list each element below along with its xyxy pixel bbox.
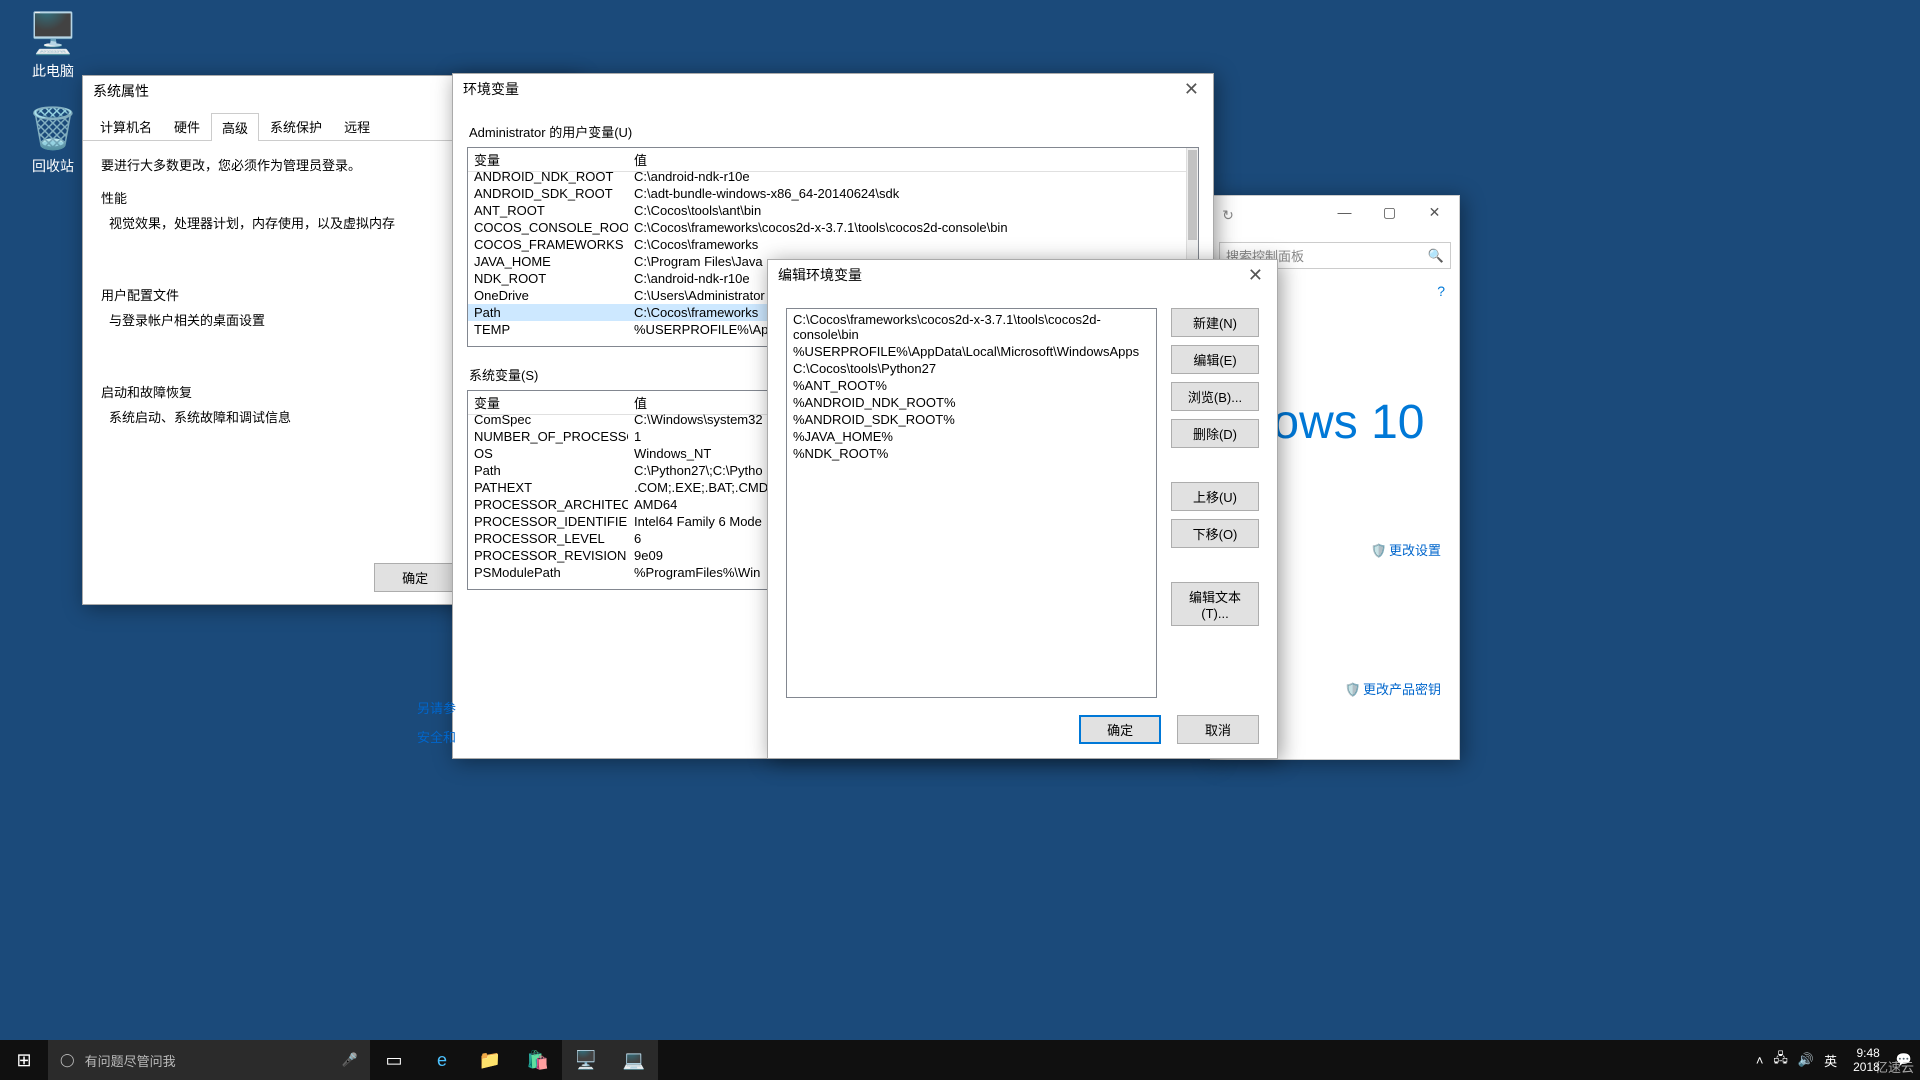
control-panel-icon[interactable]: 🖥️	[562, 1040, 610, 1080]
browse-button[interactable]: 浏览(B)...	[1171, 382, 1259, 411]
taskbar: ⊞ ◯ 有问题尽管问我 🎤 ▭ e 📁 🛍️ 🖥️ 💻 ˄ 🖧 🔊 英 9:48…	[0, 1040, 1920, 1080]
user-vars-label: Administrator 的用户变量(U)	[469, 122, 1197, 141]
tab-advanced[interactable]: 高级	[211, 113, 259, 141]
titlebar[interactable]: 环境变量 ✕	[453, 74, 1213, 104]
desktop-icon-this-pc[interactable]: 🖥️ 此电脑	[8, 10, 98, 81]
refresh-icon[interactable]: ↻	[1217, 204, 1239, 226]
shield-icon: 🛡️	[1371, 543, 1387, 558]
minimize-button[interactable]: —	[1322, 198, 1367, 226]
path-entry[interactable]: %JAVA_HOME%	[787, 428, 1156, 445]
tab-hardware[interactable]: 硬件	[163, 112, 211, 140]
edge-icon[interactable]: e	[418, 1040, 466, 1080]
mic-icon: 🎤	[342, 1052, 358, 1068]
search-icon: 🔍	[1428, 248, 1444, 264]
move-up-button[interactable]: 上移(U)	[1171, 482, 1259, 511]
list-row[interactable]: COCOS_CONSOLE_ROOTC:\Cocos\frameworks\co…	[468, 219, 1186, 236]
network-icon[interactable]: 🖧	[1773, 1049, 1788, 1071]
desktop-label: 回收站	[32, 158, 74, 174]
monitor-icon: 🖥️	[8, 10, 98, 57]
tray-chevron-icon[interactable]: ˄	[1756, 1053, 1764, 1068]
ok-button[interactable]: 确定	[374, 563, 456, 592]
cortana-search[interactable]: ◯ 有问题尽管问我 🎤	[48, 1040, 370, 1080]
list-row[interactable]: ANDROID_NDK_ROOTC:\android-ndk-r10e	[468, 168, 1186, 185]
path-entry[interactable]: %ANDROID_SDK_ROOT%	[787, 411, 1156, 428]
tab-computer-name[interactable]: 计算机名	[89, 112, 163, 140]
new-button[interactable]: 新建(N)	[1171, 308, 1259, 337]
edit-text-button[interactable]: 编辑文本(T)...	[1171, 582, 1259, 626]
move-down-button[interactable]: 下移(O)	[1171, 519, 1259, 548]
ime-indicator[interactable]: 英	[1824, 1051, 1837, 1070]
list-row[interactable]: ANT_ROOTC:\Cocos\tools\ant\bin	[468, 202, 1186, 219]
titlebar[interactable]: 编辑环境变量 ✕	[768, 260, 1277, 290]
close-button[interactable]: ✕	[1178, 74, 1205, 104]
edit-button[interactable]: 编辑(E)	[1171, 345, 1259, 374]
task-view-button[interactable]: ▭	[370, 1040, 418, 1080]
see-also-link[interactable]: 另请参	[417, 698, 456, 717]
path-entry[interactable]: %ANDROID_NDK_ROOT%	[787, 394, 1156, 411]
list-row[interactable]: COCOS_FRAMEWORKSC:\Cocos\frameworks	[468, 236, 1186, 253]
window-title: 环境变量	[463, 81, 519, 97]
security-link[interactable]: 安全和	[417, 727, 456, 746]
window-edit-env-var: 编辑环境变量 ✕ C:\Cocos\frameworks\cocos2d-x-3…	[767, 259, 1278, 759]
path-entry[interactable]: C:\Cocos\tools\Python27	[787, 360, 1156, 377]
start-button[interactable]: ⊞	[0, 1040, 48, 1080]
tab-system-protection[interactable]: 系统保护	[259, 112, 333, 140]
volume-icon[interactable]: 🔊	[1798, 1052, 1814, 1068]
path-entry[interactable]: C:\Cocos\frameworks\cocos2d-x-3.7.1\tool…	[787, 311, 1156, 343]
store-icon[interactable]: 🛍️	[514, 1040, 562, 1080]
maximize-button[interactable]: ▢	[1367, 198, 1412, 226]
tab-remote[interactable]: 远程	[333, 112, 381, 140]
window-title: 编辑环境变量	[778, 267, 862, 283]
ok-button[interactable]: 确定	[1079, 715, 1161, 744]
cancel-button[interactable]: 取消	[1177, 715, 1259, 744]
path-entry[interactable]: %USERPROFILE%\AppData\Local\Microsoft\Wi…	[787, 343, 1156, 360]
explorer-icon[interactable]: 📁	[466, 1040, 514, 1080]
path-entries-list[interactable]: C:\Cocos\frameworks\cocos2d-x-3.7.1\tool…	[786, 308, 1157, 698]
circle-icon: ◯	[60, 1052, 75, 1068]
path-entry[interactable]: %NDK_ROOT%	[787, 445, 1156, 462]
path-entry[interactable]: %ANT_ROOT%	[787, 377, 1156, 394]
close-button[interactable]: ✕	[1242, 260, 1269, 290]
close-button[interactable]: ✕	[1412, 198, 1457, 226]
window-title: 系统属性	[93, 83, 149, 99]
list-row[interactable]: ANDROID_SDK_ROOTC:\adt-bundle-windows-x8…	[468, 185, 1186, 202]
shield-icon: 🛡️	[1345, 682, 1361, 697]
delete-button[interactable]: 删除(D)	[1171, 419, 1259, 448]
app-icon[interactable]: 💻	[610, 1040, 658, 1080]
desktop-label: 此电脑	[32, 63, 74, 79]
watermark: 亿速云	[1875, 1057, 1914, 1076]
